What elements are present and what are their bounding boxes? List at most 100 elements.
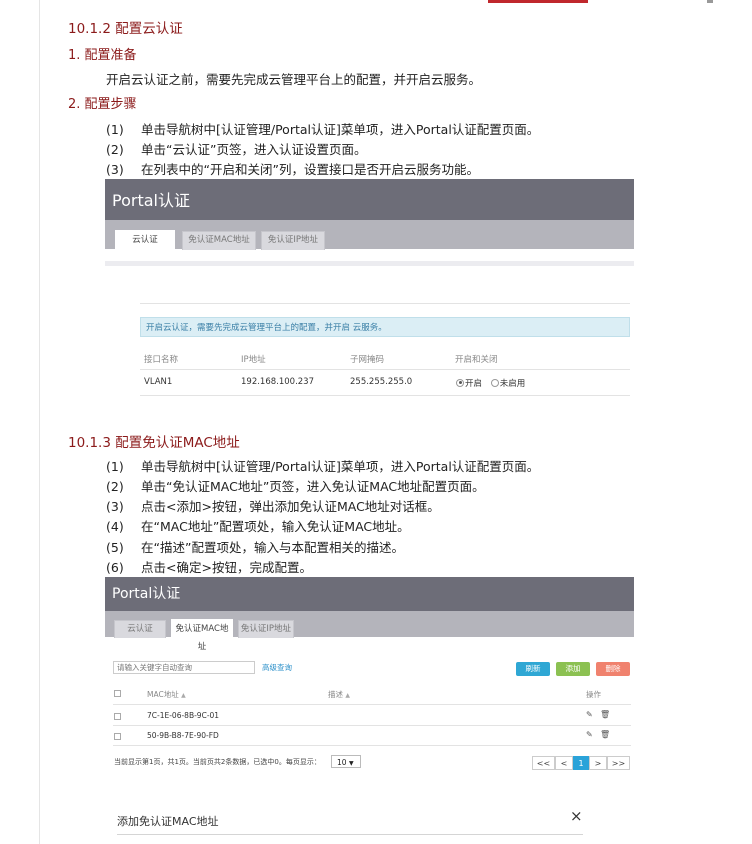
divider <box>113 704 631 705</box>
info-notice: 开启云认证，需要先完成云管理平台上的配置，并开启 云服务。 <box>140 317 630 337</box>
col-desc[interactable]: 描述 ▲ <box>328 689 350 700</box>
tab-mac-exempt[interactable]: 免认证MAC地址 <box>171 619 233 652</box>
step-text: 单击“云认证”页签，进入认证设置页面。 <box>141 142 367 157</box>
col-mask: 子网掩码 <box>350 355 385 365</box>
select-all-checkbox[interactable] <box>114 690 121 697</box>
top-mark <box>707 0 713 3</box>
step-number: (3) <box>106 162 124 177</box>
step-number: (1) <box>106 122 124 137</box>
portal-header: Portal认证 <box>105 577 634 611</box>
divider <box>113 745 631 746</box>
chevron-down-icon: ▼ <box>348 760 354 767</box>
step-item: (4) 在“MAC地址”配置项处，输入免认证MAC地址。 <box>106 516 410 535</box>
divider <box>140 395 630 396</box>
step-number: (2) <box>106 142 124 157</box>
toggle-group: 开启 未启用 <box>456 377 525 389</box>
section-heading-mac-exempt: 10.1.3 配置免认证MAC地址 <box>68 435 240 451</box>
prep-heading: 1. 配置准备 <box>68 48 137 63</box>
search-input[interactable] <box>113 661 255 674</box>
divider <box>140 369 630 370</box>
radio-off[interactable]: 未启用 <box>490 378 526 389</box>
step-text: 在“MAC地址”配置项处，输入免认证MAC地址。 <box>141 519 410 534</box>
tab-cloud-auth[interactable]: 云认证 <box>115 230 175 250</box>
step-number: (2) <box>106 479 124 494</box>
trash-icon[interactable]: 🗑 <box>600 710 610 719</box>
pager-next[interactable]: > <box>589 756 607 770</box>
col-mac[interactable]: MAC地址 ▲ <box>147 689 186 700</box>
step-item: (3) 点击<添加>按钮，弹出添加免认证MAC地址对话框。 <box>106 496 440 515</box>
step-item: (2) 单击“免认证MAC地址”页签，进入免认证MAC地址配置页面。 <box>106 476 485 495</box>
trash-icon[interactable]: 🗑 <box>600 730 610 739</box>
radio-on[interactable]: 开启 <box>456 378 483 389</box>
step-item: (6) 点击<确定>按钮，完成配置。 <box>106 557 312 576</box>
col-desc-label: 描述 <box>328 690 343 699</box>
col-mac-label: MAC地址 <box>147 690 179 699</box>
row-checkbox[interactable] <box>114 713 121 720</box>
step-text: 单击导航树中[认证管理/Portal认证]菜单项，进入Portal认证配置页面。 <box>141 122 540 137</box>
cell-mac: 50-9B-B8-7E-90-FD <box>147 731 219 740</box>
add-button[interactable]: 添加 <box>556 662 590 676</box>
tab-bar: 云认证 免认证MAC地址 免认证IP地址 <box>105 220 634 250</box>
steps-heading: 2. 配置步骤 <box>68 97 137 112</box>
page-left-rule <box>39 0 40 844</box>
step-number: (6) <box>106 560 124 575</box>
portal-header: Portal认证 <box>105 179 634 220</box>
col-toggle: 开启和关闭 <box>455 355 498 365</box>
pager-first[interactable]: << <box>532 756 555 770</box>
step-text: 在“描述”配置项处，输入与本配置相关的描述。 <box>141 540 404 555</box>
tab-ip-exempt[interactable]: 免认证IP地址 <box>261 231 325 250</box>
tab-ip-exempt[interactable]: 免认证IP地址 <box>238 620 294 638</box>
step-text: 单击“免认证MAC地址”页签，进入免认证MAC地址配置页面。 <box>141 479 485 494</box>
refresh-button[interactable]: 刷新 <box>516 662 550 676</box>
divider <box>113 725 631 726</box>
sort-up-icon: ▲ <box>345 692 351 699</box>
step-number: (5) <box>106 540 124 555</box>
footer-info: 当前显示第1页，共1页。当前页共2条数据，已选中0。每页显示： <box>114 758 321 766</box>
content-top-strip <box>105 261 634 266</box>
section-heading-cloud-auth: 10.1.2 配置云认证 <box>68 21 183 37</box>
step-item: (5) 在“描述”配置项处，输入与本配置相关的描述。 <box>106 537 404 556</box>
cell-iface: VLAN1 <box>144 377 173 387</box>
step-number: (4) <box>106 519 124 534</box>
col-iface: 接口名称 <box>144 355 179 365</box>
dialog-divider <box>117 834 583 835</box>
step-item: (1) 单击导航树中[认证管理/Portal认证]菜单项，进入Portal认证配置… <box>106 119 539 138</box>
col-ops: 操作 <box>586 690 601 699</box>
close-icon[interactable]: × <box>570 807 583 825</box>
divider <box>140 303 630 304</box>
dialog-title: 添加免认证MAC地址 <box>117 815 219 828</box>
cell-mac: 7C-1E-06-8B-9C-01 <box>147 711 220 720</box>
delete-button[interactable]: 删除 <box>596 662 630 676</box>
edit-icon[interactable]: ✎ <box>586 710 593 719</box>
radio-checked-icon <box>456 378 464 387</box>
page-size-value: 10 <box>337 758 347 767</box>
step-item: (1) 单击导航树中[认证管理/Portal认证]菜单项，进入Portal认证配置… <box>106 456 539 475</box>
cell-mask: 255.255.255.0 <box>350 377 413 387</box>
portal-title: Portal认证 <box>112 191 190 210</box>
tab-mac-exempt[interactable]: 免认证MAC地址 <box>182 231 256 250</box>
portal-title: Portal认证 <box>112 586 181 602</box>
prep-text: 开启云认证之前，需要先完成云管理平台上的配置，并开启云服务。 <box>106 72 482 87</box>
step-number: (3) <box>106 499 124 514</box>
step-number: (1) <box>106 459 124 474</box>
radio-off-label: 未启用 <box>499 379 526 389</box>
top-red-bar <box>488 0 588 3</box>
tab-bar: 云认证 免认证MAC地址 免认证IP地址 <box>105 611 634 652</box>
pager-prev[interactable]: < <box>555 756 573 770</box>
advanced-search-link[interactable]: 高级查询 <box>262 662 292 673</box>
step-text: 点击<确定>按钮，完成配置。 <box>141 560 312 575</box>
cell-ip: 192.168.100.237 <box>241 377 315 387</box>
pager-page-1[interactable]: 1 <box>573 756 589 770</box>
step-item: (3) 在列表中的“开启和关闭”列，设置接口是否开启云服务功能。 <box>106 159 479 178</box>
radio-on-label: 开启 <box>465 379 483 389</box>
col-ip: IP地址 <box>241 355 266 365</box>
row-checkbox[interactable] <box>114 733 121 740</box>
edit-icon[interactable]: ✎ <box>586 730 593 739</box>
step-text: 在列表中的“开启和关闭”列，设置接口是否开启云服务功能。 <box>141 162 479 177</box>
step-item: (2) 单击“云认证”页签，进入认证设置页面。 <box>106 139 366 158</box>
tab-cloud-auth[interactable]: 云认证 <box>114 620 166 638</box>
radio-unchecked-icon <box>490 378 499 387</box>
page-size-select[interactable]: 10 ▼ <box>331 755 361 768</box>
pager-last[interactable]: >> <box>607 756 630 770</box>
sort-up-icon: ▲ <box>181 692 186 699</box>
